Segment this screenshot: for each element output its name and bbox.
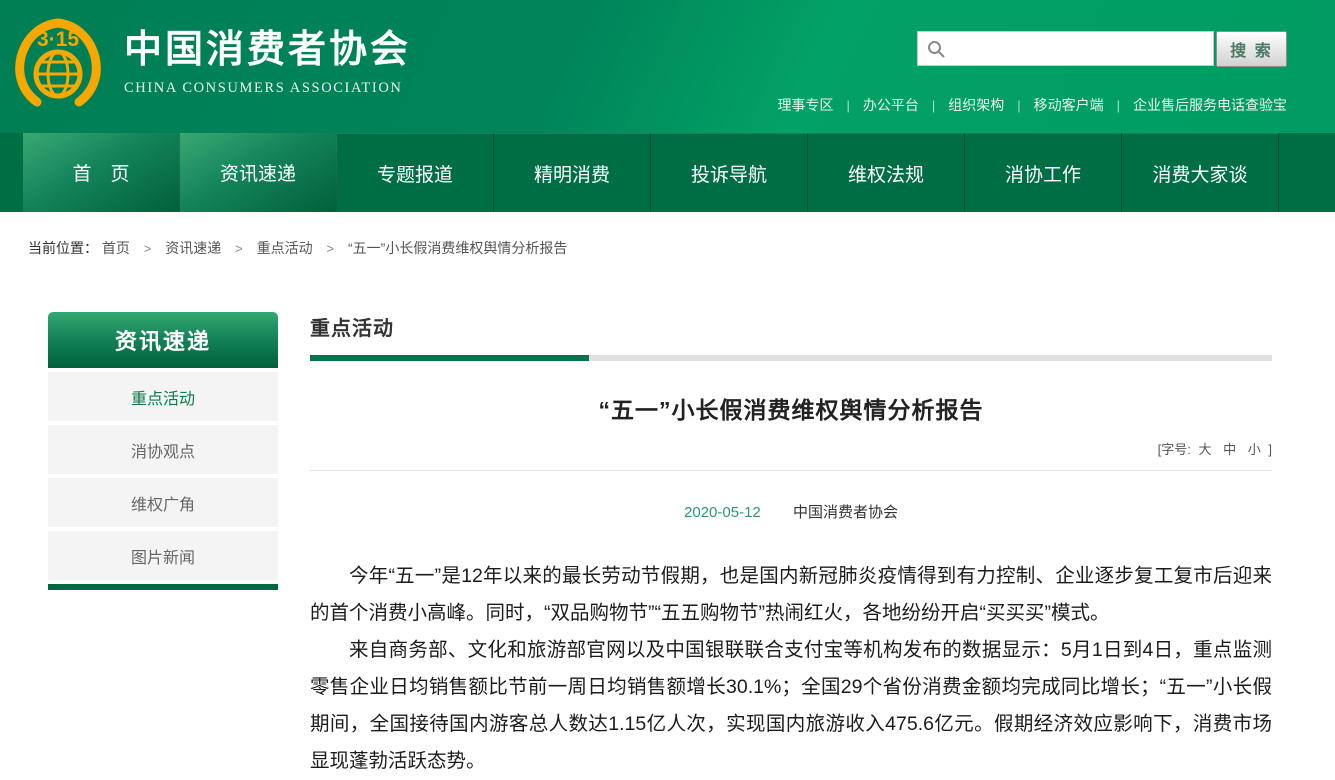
site-title: 中国消费者协会	[124, 29, 411, 73]
main-nav: 首 页 资讯速递 专题报道 精明消费 投诉导航 维权法规 消协工作 消费大家谈	[0, 133, 1335, 212]
breadcrumb-key-activities[interactable]: 重点活动	[257, 240, 313, 256]
nav-item-label: 维权法规	[848, 160, 924, 187]
font-size-label-close: ]	[1268, 442, 1272, 457]
article-paragraph: 今年“五一”是12年以来的最长劳动节假期，也是国内新冠肺炎疫情得到有力控制、企业…	[310, 558, 1272, 632]
nav-item-special-reports[interactable]: 专题报道	[337, 133, 494, 212]
search-icon	[926, 39, 946, 59]
search-box[interactable]	[917, 31, 1214, 66]
sidebar-title: 资讯速递	[48, 312, 278, 368]
sidebar: 资讯速递 重点活动 消协观点 维权广角 图片新闻	[48, 312, 278, 780]
article-source: 中国消费者协会	[793, 504, 898, 521]
logo-315-text: 3·15	[37, 28, 79, 51]
top-link-structure[interactable]: 组织架构	[948, 97, 1004, 113]
breadcrumb-news[interactable]: 资讯速递	[165, 240, 221, 256]
section-title: 重点活动	[310, 312, 1272, 341]
font-size-small[interactable]: 小	[1248, 442, 1261, 457]
font-size-medium[interactable]: 中	[1223, 442, 1236, 457]
top-link-aftersales[interactable]: 企业售后服务电话查验宝	[1133, 97, 1287, 113]
cca-logo-icon[interactable]: 3·15	[14, 12, 102, 114]
site-logo[interactable]: 3·15 中国消费者协会 CHINA CONSUMERS ASSOCIATION	[14, 12, 411, 114]
link-separator: |	[1017, 98, 1020, 113]
nav-item-rights-laws[interactable]: 维权法规	[808, 133, 965, 212]
top-link-mobile[interactable]: 移动客户端	[1034, 97, 1104, 113]
nav-item-label: 资讯速递	[220, 159, 296, 186]
article-date: 2020-05-12	[684, 504, 761, 521]
link-separator: |	[932, 98, 935, 113]
link-separator: |	[846, 98, 849, 113]
sidebar-item-key-activities[interactable]: 重点活动	[48, 372, 278, 421]
breadcrumb-separator: >	[327, 241, 335, 256]
search-input[interactable]	[952, 32, 1213, 65]
nav-item-cca-work[interactable]: 消协工作	[965, 133, 1122, 212]
breadcrumb-home[interactable]: 首页	[102, 240, 130, 256]
nav-item-complaint-guide[interactable]: 投诉导航	[651, 133, 808, 212]
font-size-controls: [字号: 大 中 小 ]	[310, 439, 1272, 458]
breadcrumb-label: 当前位置：	[28, 240, 98, 256]
site-subtitle: CHINA CONSUMERS ASSOCIATION	[124, 80, 411, 97]
site-header: 3·15 中国消费者协会 CHINA CONSUMERS ASSOCIATION…	[0, 0, 1335, 133]
sidebar-bottom-bar	[48, 584, 278, 590]
sidebar-item-rights-wide-angle[interactable]: 维权广角	[48, 478, 278, 527]
breadcrumb-current-page: “五一”小长假消费维权舆情分析报告	[348, 240, 567, 256]
nav-item-smart-consumption[interactable]: 精明消费	[494, 133, 651, 212]
breadcrumb: 当前位置： 首页 > 资讯速递 > 重点活动 > “五一”小长假消费维权舆情分析…	[0, 212, 1335, 258]
nav-item-label: 消费大家谈	[1152, 160, 1247, 187]
breadcrumb-separator: >	[144, 241, 152, 256]
article-title: “五一”小长假消费维权舆情分析报告	[310, 391, 1272, 425]
font-size-large[interactable]: 大	[1198, 442, 1211, 457]
nav-item-label: 专题报道	[377, 160, 453, 187]
sidebar-item-photo-news[interactable]: 图片新闻	[48, 531, 278, 580]
nav-item-label: 投诉导航	[691, 160, 767, 187]
title-divider	[310, 470, 1272, 471]
link-separator: |	[1117, 98, 1120, 113]
nav-item-news[interactable]: 资讯速递	[180, 133, 337, 212]
top-link-office[interactable]: 办公平台	[863, 97, 919, 113]
article-content: 重点活动 “五一”小长假消费维权舆情分析报告 [字号: 大 中 小 ] 2020…	[310, 312, 1272, 780]
nav-item-label: 消协工作	[1005, 160, 1081, 187]
sidebar-item-cca-views[interactable]: 消协观点	[48, 425, 278, 474]
nav-item-label: 精明消费	[534, 160, 610, 187]
header-top-links: 理事专区 | 办公平台 | 组织架构 | 移动客户端 | 企业售后服务电话查验宝	[687, 95, 1287, 115]
nav-item-label: 首 页	[72, 159, 129, 186]
nav-item-home[interactable]: 首 页	[23, 133, 180, 212]
section-rule-accent	[310, 355, 589, 361]
search-bar: 搜 索	[917, 31, 1287, 66]
nav-item-consumer-talk[interactable]: 消费大家谈	[1122, 133, 1279, 212]
font-size-label: [字号:	[1158, 442, 1191, 457]
search-button[interactable]: 搜 索	[1216, 31, 1287, 67]
article-body: 今年“五一”是12年以来的最长劳动节假期，也是国内新冠肺炎疫情得到有力控制、企业…	[310, 558, 1272, 780]
article-meta: 2020-05-12 中国消费者协会	[310, 501, 1272, 522]
breadcrumb-separator: >	[235, 241, 243, 256]
article-paragraph: 来自商务部、文化和旅游部官网以及中国银联联合支付宝等机构发布的数据显示：5月1日…	[310, 632, 1272, 780]
top-link-directors[interactable]: 理事专区	[777, 97, 833, 113]
section-rule	[310, 355, 1272, 361]
